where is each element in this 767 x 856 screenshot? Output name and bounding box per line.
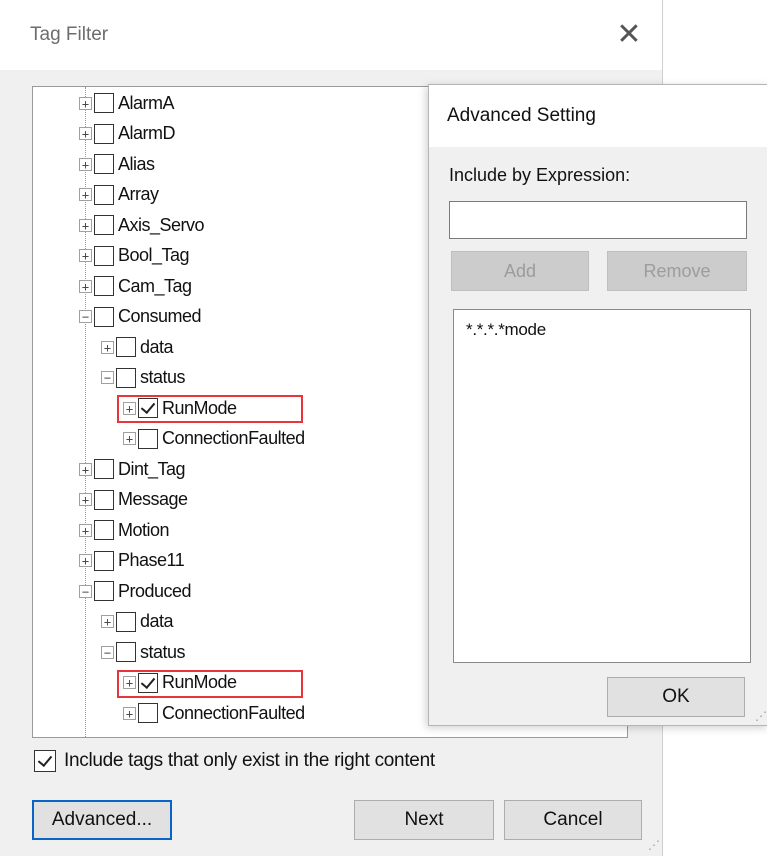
expression-label: Include by Expression:	[449, 165, 631, 185]
tree-node-checkbox[interactable]	[94, 154, 114, 174]
expand-icon[interactable]: +	[79, 157, 92, 171]
collapse-icon[interactable]: −	[101, 371, 114, 384]
tree-node-label: data	[140, 611, 174, 631]
tree-node-label: Message	[118, 489, 188, 509]
tree-node-checkbox[interactable]	[94, 581, 114, 601]
tree-node-label: Dint_Tag	[118, 458, 186, 479]
tree-node[interactable]: + Dint_Tag	[79, 454, 186, 484]
tree-node-checkbox[interactable]	[116, 337, 136, 357]
tree-node[interactable]: + Phase11	[79, 546, 185, 576]
collapse-icon[interactable]: −	[101, 645, 114, 659]
tree-node-label: ConnectionFaulted	[162, 428, 305, 448]
resize-grip-icon[interactable]: ⋰	[648, 838, 660, 852]
tree-node[interactable]: − Produced	[79, 576, 192, 606]
tree-node-checkbox[interactable]	[94, 276, 114, 296]
tree-node[interactable]: + ConnectionFaulted	[123, 424, 305, 454]
tree-node[interactable]: + ConnectionFaulted	[123, 698, 305, 728]
tree-node-label: AlarmD	[118, 123, 176, 143]
tree-node-checkbox[interactable]	[94, 245, 114, 266]
tree-node-label: Bool_Tag	[118, 245, 190, 265]
tree-node[interactable]: − status	[101, 637, 186, 667]
tree-node-checkbox[interactable]	[116, 367, 136, 388]
tree-node-label: Consumed	[118, 306, 202, 326]
tree-node-label: status	[140, 367, 186, 387]
tree-node[interactable]: − Consumed	[79, 302, 202, 332]
dialog-title: Tag Filter	[30, 24, 109, 45]
include-tags-label: Include tags that only exist in the righ…	[64, 750, 435, 771]
expand-icon[interactable]: +	[101, 615, 114, 628]
tree-node[interactable]: + AlarmA	[79, 88, 175, 118]
tree-node[interactable]: + Alias	[79, 149, 155, 179]
advanced-title-bar: Advanced Setting	[429, 85, 767, 147]
expand-icon[interactable]: +	[79, 249, 92, 262]
advanced-setting-dialog: Advanced Setting Include by Expression: …	[428, 84, 767, 726]
tree-node-checkbox[interactable]	[94, 184, 114, 205]
tree-node-checkbox[interactable]	[94, 93, 114, 113]
advanced-resize-grip-icon[interactable]: ⋰	[755, 709, 767, 723]
expand-icon[interactable]: +	[79, 127, 92, 140]
expand-icon[interactable]: +	[79, 279, 92, 293]
cancel-button[interactable]: Cancel	[504, 800, 642, 840]
expand-icon[interactable]: +	[123, 432, 136, 445]
tree-node-label: data	[140, 336, 174, 357]
expression-list-item[interactable]: *.*.*.*mode	[466, 320, 546, 340]
tree-node-checkbox[interactable]	[138, 428, 158, 449]
expand-icon[interactable]: +	[79, 188, 92, 201]
tree-node-label: Phase11	[118, 550, 185, 570]
expand-icon[interactable]: +	[101, 340, 114, 354]
tree-node-checkbox[interactable]	[94, 489, 114, 510]
collapse-icon[interactable]: −	[79, 584, 92, 598]
highlight-box	[117, 669, 303, 698]
tree-node[interactable]: − status	[101, 363, 186, 393]
expression-list[interactable]: *.*.*.*mode	[453, 309, 751, 663]
tree-node-label: Produced	[118, 580, 192, 601]
expand-icon[interactable]: +	[79, 218, 92, 232]
tree-node-label: Axis_Servo	[118, 214, 205, 235]
next-button[interactable]: Next	[354, 800, 494, 840]
expand-icon[interactable]: +	[79, 554, 92, 567]
tree-node[interactable]: + data	[101, 607, 174, 637]
tree-node-checkbox[interactable]	[94, 520, 114, 540]
tree-node-checkbox[interactable]	[94, 215, 114, 235]
tree-node-checkbox[interactable]	[94, 550, 114, 571]
advanced-button[interactable]: Advanced...	[32, 800, 172, 840]
close-icon[interactable]: ✕	[614, 20, 644, 50]
tree-node[interactable]: + data	[101, 332, 174, 362]
tree-node-label: AlarmA	[118, 92, 175, 113]
tree-node[interactable]: + Message	[79, 485, 188, 515]
include-tags-row[interactable]: Include tags that only exist in the righ…	[34, 750, 435, 772]
expand-icon[interactable]: +	[79, 523, 92, 537]
tree-node-label: Motion	[118, 519, 170, 540]
expand-icon[interactable]: +	[123, 706, 136, 720]
tree-node-checkbox[interactable]	[94, 306, 114, 327]
tree-node-checkbox[interactable]	[116, 611, 136, 632]
tree-node[interactable]: + Motion	[79, 515, 170, 545]
tree-node[interactable]: + Cam_Tag	[79, 271, 192, 301]
tree-node-label: Array	[118, 184, 159, 204]
tree-node-label: status	[140, 641, 186, 662]
title-bar: Tag Filter ✕	[0, 0, 662, 70]
tree-node-label: Alias	[118, 153, 155, 174]
tree-node-label: ConnectionFaulted	[162, 702, 305, 723]
tree-node-checkbox[interactable]	[94, 459, 114, 479]
expand-icon[interactable]: +	[79, 462, 92, 476]
tree-node-checkbox[interactable]	[138, 703, 158, 723]
tree-node-checkbox[interactable]	[116, 642, 136, 662]
tree-node[interactable]: + Array	[79, 180, 159, 210]
highlight-box	[117, 395, 303, 423]
tree-node[interactable]: + Axis_Servo	[79, 210, 205, 240]
tree-node-label: Cam_Tag	[118, 275, 192, 296]
include-tags-checkbox[interactable]	[34, 750, 56, 772]
tree-node-checkbox[interactable]	[94, 123, 114, 144]
tree-node[interactable]: + Bool_Tag	[79, 241, 190, 271]
add-button[interactable]: Add	[451, 251, 589, 291]
expand-icon[interactable]: +	[79, 493, 92, 506]
expression-input[interactable]	[449, 201, 747, 239]
remove-button[interactable]: Remove	[607, 251, 747, 291]
collapse-icon[interactable]: −	[79, 310, 92, 323]
advanced-dialog-title: Advanced Setting	[447, 105, 596, 126]
ok-button[interactable]: OK	[607, 677, 745, 717]
tree-node[interactable]: + AlarmD	[79, 119, 176, 149]
expand-icon[interactable]: +	[79, 96, 92, 110]
